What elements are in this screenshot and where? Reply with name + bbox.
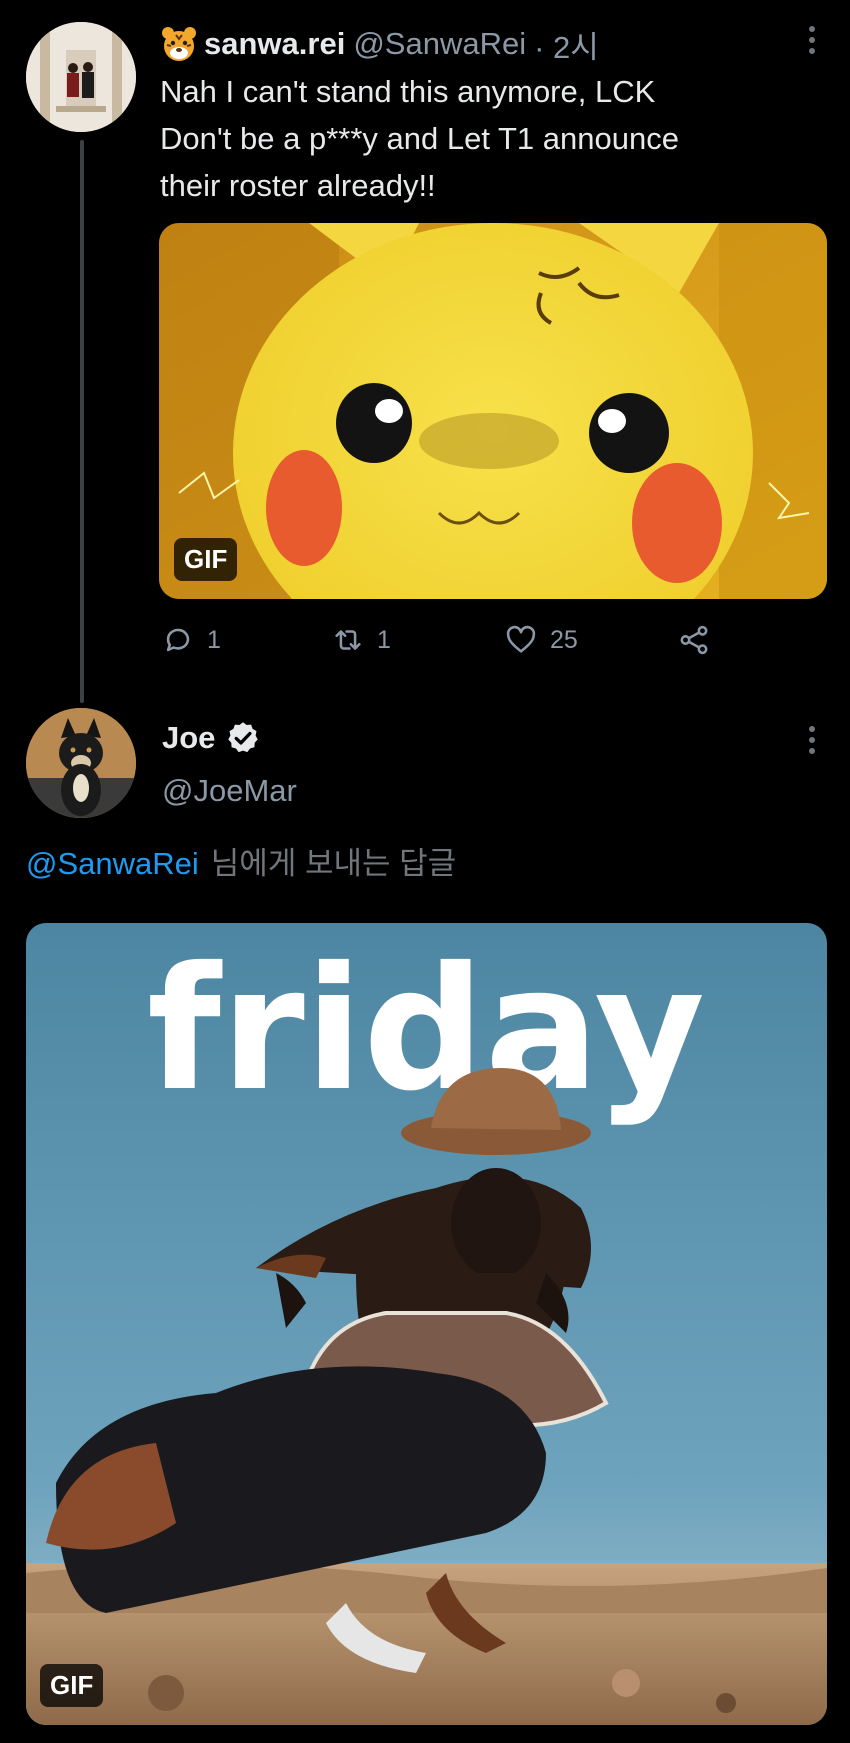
avatar-sanwarei[interactable] <box>26 22 136 132</box>
reply-to-label: 님에게 보내는 답글 <box>210 846 457 881</box>
reply-button[interactable]: 1 <box>161 622 221 658</box>
tweet1-text-line: Don't be a p***y and Let T1 announce <box>160 121 679 156</box>
verified-badge-icon <box>228 722 259 753</box>
avatar-image <box>26 708 136 818</box>
retweet-icon <box>335 630 361 650</box>
tweet1-more-options-icon[interactable] <box>797 20 827 60</box>
tweet1-gif-media[interactable] <box>159 223 827 599</box>
friday-dachshund-gif-image: friday <box>26 923 827 1725</box>
replying-to-line: @SanwaRei 님에게 보내는 답글 <box>26 840 456 888</box>
angry-pikachu-gif-image <box>159 223 827 599</box>
tweet1-time[interactable]: · 2시 <box>534 22 599 67</box>
tweet1-text: Nah I can't stand this anymore, LCK Don'… <box>160 68 800 209</box>
like-button[interactable]: 25 <box>504 622 578 658</box>
retweet-count: 1 <box>377 625 391 654</box>
reply-mention-link[interactable]: @SanwaRei <box>26 846 199 881</box>
avatar-joemar[interactable] <box>26 708 136 818</box>
tweet1-handle[interactable]: @SanwaRei <box>353 26 526 62</box>
retweet-button[interactable]: 1 <box>331 622 391 658</box>
tweet1-display-name[interactable]: sanwa.rei <box>204 26 345 62</box>
like-count: 25 <box>550 625 578 654</box>
thread-connector-line <box>80 140 84 703</box>
tweet2-more-options-icon[interactable] <box>797 720 827 760</box>
heart-icon <box>506 625 536 653</box>
tweet1-text-line: their roster already!! <box>160 168 436 203</box>
reply-count: 1 <box>207 625 221 654</box>
media-caption-text: friday <box>147 931 705 1129</box>
tweet2-handle[interactable]: @JoeMar <box>162 770 297 812</box>
tweet1-text-line: Nah I can't stand this anymore, LCK <box>160 74 656 109</box>
tweet2-display-name[interactable]: Joe <box>162 720 215 756</box>
share-icon <box>680 625 708 655</box>
tweet1-header: sanwa.rei @SanwaRei · 2시 <box>160 22 599 67</box>
share-button[interactable] <box>677 622 723 658</box>
avatar-image <box>26 22 136 132</box>
reply-icon <box>166 628 190 652</box>
tweet1-gif-badge: GIF <box>174 538 238 581</box>
tweet2-gif-media[interactable]: friday <box>26 923 827 1725</box>
tiger-face-icon <box>162 27 196 61</box>
tweet2-name-row: Joe <box>162 716 261 760</box>
tweet2-gif-badge: GIF <box>40 1664 104 1707</box>
